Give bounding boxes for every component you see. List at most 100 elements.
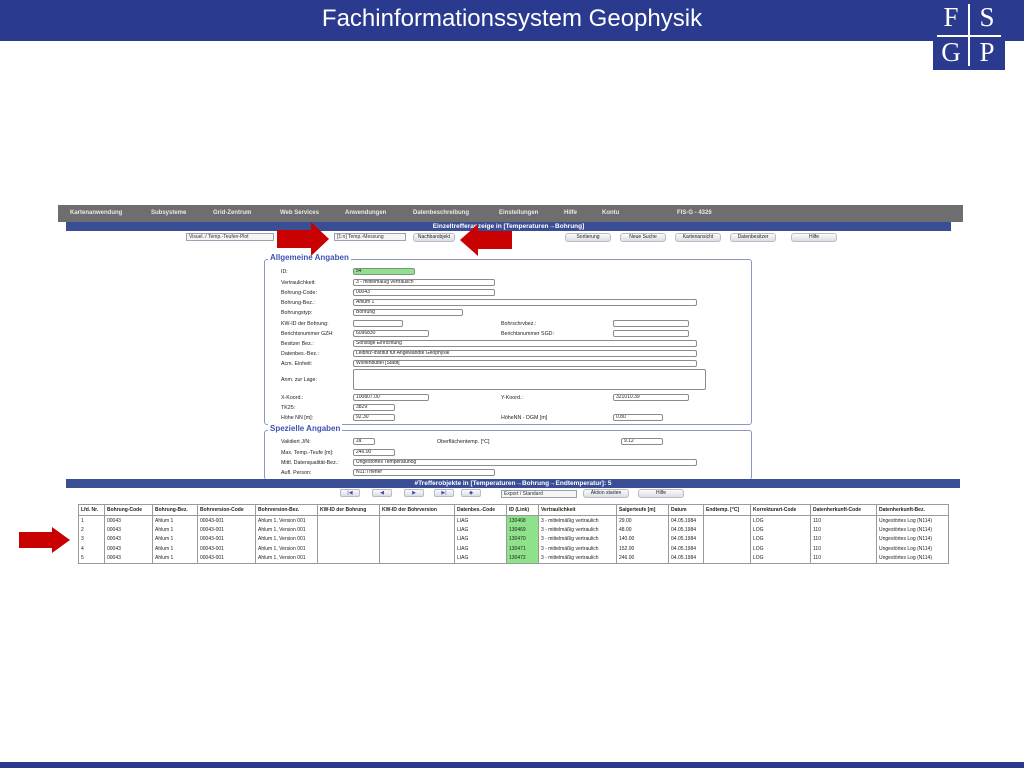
menu-item-datenbeschreibung[interactable]: Datenbeschreibung — [413, 210, 469, 216]
col-header[interactable]: KW-ID der Bohrversion — [379, 504, 455, 516]
id-link-cell[interactable]: 130469 — [506, 525, 539, 535]
berichtsnummer-sgd-label: Berichtsnummer SGD: — [501, 331, 554, 337]
col-header[interactable]: Korrekturart-Code — [750, 504, 811, 516]
menu-item-subsysteme[interactable]: Subsysteme — [151, 210, 186, 216]
col-header[interactable]: Datum — [668, 504, 704, 516]
table-cell: 04.05.1984 — [668, 534, 704, 544]
menu-item-grid-zentrum[interactable]: Grid-Zentrum — [213, 210, 251, 216]
hoehe-dgm-field[interactable]: 0.80 — [613, 414, 663, 421]
id-link-cell[interactable]: 130468 — [506, 515, 539, 525]
datenbesitzer-button[interactable]: Datenbesitzer — [730, 233, 776, 242]
table-row[interactable]: 3 00043 Ahlum 1 00043-001 Ahlum 1, Version 0… — [78, 534, 949, 544]
menu-item-anwendungen[interactable]: Anwendungen — [345, 210, 386, 216]
table-cell — [703, 544, 751, 554]
vertraulichkeit-field[interactable]: 3 - mittelmäßig vertraulich — [353, 279, 495, 286]
nachbarobjekt-button[interactable]: Nachbarobjekt — [413, 233, 455, 242]
aufn-person-field[interactable]: N11:Thener — [353, 469, 495, 476]
menu-item-web-services[interactable]: Web Services — [280, 210, 319, 216]
presentation-slide: Fachinformationssystem Geophysik F S G P… — [0, 0, 1024, 768]
id-field[interactable]: 54 — [353, 268, 415, 275]
slide-title: Fachinformationssystem Geophysik — [321, 5, 703, 32]
oberflaechentemp-field[interactable]: 9.12 — [621, 438, 663, 445]
bohrungstyp-field[interactable]: Bohrung — [353, 309, 463, 316]
col-header[interactable]: Bohrung-Code — [104, 504, 153, 516]
col-header[interactable]: Datenbes.-Code — [454, 504, 507, 516]
neue-suche-button[interactable]: Neue Suche — [620, 233, 666, 242]
col-header[interactable]: Saigerteufe [m] — [616, 504, 669, 516]
id-label: ID: — [281, 269, 288, 275]
next-page-button[interactable]: ▶ — [404, 489, 424, 497]
table-cell: 00043 — [104, 525, 153, 535]
validiert-field[interactable]: Ja — [353, 438, 375, 445]
menu-item-konto[interactable]: Kontu — [602, 210, 619, 216]
visual-select[interactable]: Visuel. / Temp.-Teufen-Plot — [186, 233, 274, 241]
col-header[interactable]: ID (Link) — [506, 504, 539, 516]
table-cell: 110 — [810, 525, 877, 535]
prev-page-button[interactable]: ◀ — [372, 489, 392, 497]
table-cell — [703, 515, 751, 525]
table-row[interactable]: 2 00043 Ahlum 1 00043-001 Ahlum 1, Version 0… — [78, 525, 949, 535]
table-cell: 3 - mittelmäßig vertraulich — [538, 534, 617, 544]
besitzer-field[interactable]: Sonstige Einrichtung — [353, 340, 697, 347]
kartenansicht-button[interactable]: Kartenansicht — [675, 233, 721, 242]
kw-id-field[interactable] — [353, 320, 403, 327]
table-row[interactable]: 1 00043 Ahlum 1 00043-001 Ahlum 1, Version 0… — [78, 515, 949, 525]
bohrschrvbez-field[interactable] — [613, 320, 689, 327]
berichtsnummer-sgd-field[interactable] — [613, 330, 689, 337]
hoehe-nn-field[interactable]: 92.30 — [353, 414, 395, 421]
col-header[interactable]: Vertraulichkeit — [538, 504, 617, 516]
col-header[interactable]: KW-ID der Bohrung — [317, 504, 380, 516]
table-cell: Ahlum 1, Version 001 — [255, 553, 318, 564]
col-header[interactable]: Lfd. Nr. — [78, 504, 105, 516]
max-temp-teufe-field[interactable]: 246.00 — [353, 449, 395, 456]
export-select[interactable]: Export / Standard — [501, 490, 577, 498]
col-header[interactable]: Endtemp. [°C] — [703, 504, 751, 516]
add-to-export-button[interactable]: ◆ — [461, 489, 481, 497]
last-page-icon: ▶| — [441, 490, 447, 496]
aktion-starten-button[interactable]: Aktion starten — [583, 489, 629, 498]
hoehe-dgm-label: HöheNN - DGM [m] — [501, 415, 548, 421]
menu-item-hilfe[interactable]: Hilfe — [564, 210, 577, 216]
table-cell: 48.00 — [616, 525, 669, 535]
col-header[interactable]: Datenherkunft-Bez. — [876, 504, 949, 516]
col-header[interactable]: Bohrversion-Bez. — [255, 504, 318, 516]
relation-select[interactable]: [1:n] Temp.-Messung — [334, 233, 406, 241]
id-link-cell[interactable]: 130470 — [506, 534, 539, 544]
datenbes-label: Datenbes.-Bez.: — [281, 351, 319, 357]
menu-item-einstellungen[interactable]: Einstellungen — [499, 210, 538, 216]
menu-item-kartenanwendung[interactable]: Kartenanwendung — [70, 210, 122, 216]
id-link-cell[interactable]: 130471 — [506, 544, 539, 554]
logo-letter-f: F — [943, 2, 959, 32]
berichtsnummer-gzh-field[interactable]: 6096830 — [353, 330, 429, 337]
table-cell: 00043 — [104, 534, 153, 544]
table-row[interactable]: 4 00043 Ahlum 1 00043-001 Ahlum 1, Version 0… — [78, 544, 949, 554]
col-header[interactable]: Bohrversion-Code — [197, 504, 256, 516]
table-cell: 110 — [810, 553, 877, 564]
anmerkung-lage-textarea[interactable] — [353, 369, 706, 390]
hilfe-button[interactable]: Hilfe — [791, 233, 837, 242]
bohrung-code-field[interactable]: 00043 — [353, 289, 495, 296]
bohrung-bez-field[interactable]: Ahlum 1 — [353, 299, 697, 306]
col-header[interactable]: Bohrung-Bez. — [152, 504, 198, 516]
id-link-cell[interactable]: 130472 — [506, 553, 539, 564]
table-cell: LIAG — [454, 553, 507, 564]
hoehe-nn-label: Höhe NN [m]: — [281, 415, 314, 421]
table-cell — [379, 534, 455, 544]
tk25-field[interactable]: 3829 — [353, 404, 395, 411]
datenbes-field[interactable]: Leibniz-Institut für Angewandte Geophysi… — [353, 350, 697, 357]
logo-letter-p: P — [979, 37, 995, 67]
table-cell: Ahlum 1, Version 001 — [255, 515, 318, 525]
y-koord-field[interactable]: 321010.39 — [613, 394, 689, 401]
last-page-button[interactable]: ▶| — [434, 489, 454, 497]
x-koord-field[interactable]: 100807.00 — [353, 394, 429, 401]
fisgp-logo: F S G P — [933, 0, 1005, 70]
tk25-label: TK25: — [281, 405, 296, 411]
sortierung-button[interactable]: Sortierung — [565, 233, 611, 242]
col-header[interactable]: Datenherkunft-Code — [810, 504, 877, 516]
table-cell: 3 - mittelmäßig vertraulich — [538, 525, 617, 535]
table-row[interactable]: 5 00043 Ahlum 1 00043-001 Ahlum 1, Version 0… — [78, 553, 949, 564]
results-help-button[interactable]: Hilfe — [638, 489, 684, 498]
mittl-datenqualitaet-field[interactable]: Ungestörtes Temperaturlog — [353, 459, 697, 466]
first-page-button[interactable]: |◀ — [340, 489, 360, 497]
verwaltungseinheit-field[interactable]: Wolfenbüttel [Stadt] — [353, 360, 697, 367]
